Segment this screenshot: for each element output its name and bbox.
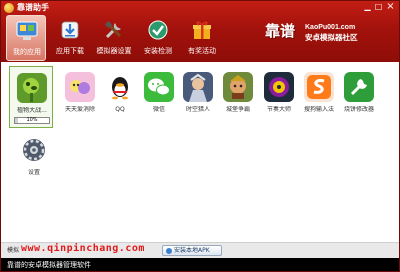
app-label: 时空猎人 — [185, 106, 210, 113]
app-tile-tiantian-xiaochu[interactable]: 天天爱消除 — [58, 66, 102, 128]
progress-text: 10% — [26, 117, 38, 123]
install-icon — [166, 248, 172, 254]
app-logo-icon — [4, 3, 14, 13]
toolbar-left-text: 模拟 — [7, 247, 20, 254]
game-hunter-icon — [183, 72, 213, 102]
my-apps-icon — [16, 21, 38, 40]
install-progress-bar: 10% — [14, 117, 50, 124]
nav-item-download[interactable]: 应用下载 — [50, 15, 90, 61]
rhythm-master-icon — [264, 72, 294, 102]
tools-icon — [104, 20, 122, 39]
app-label: 烧饼修改器 — [343, 106, 374, 113]
app-label: 植物大战... — [17, 107, 47, 114]
sogou-ime-icon — [304, 72, 334, 102]
app-grid: 植物大战... 10% 天天爱消除 QQ 微信 时空猎人 城堡争霸 节奏大师 搜… — [1, 62, 399, 242]
main-window: 靠谱助手 ▁ □ × 我的应用 应用下载 模拟器设置 安装检测 有奖活动 靠谱 … — [0, 0, 400, 272]
app-label: 微信 — [152, 106, 165, 113]
download-icon — [61, 21, 79, 39]
nav-item-emulator-settings[interactable]: 模拟器设置 — [94, 15, 134, 61]
maximize-button[interactable]: □ — [373, 2, 384, 12]
status-bar: 靠谱的安卓模拟器管理软件 — [1, 258, 399, 271]
watermark: www.qinpinchang.com — [21, 243, 145, 254]
app-label: QQ — [115, 106, 125, 113]
app-tile-castle-clash[interactable]: 城堡争霸 — [216, 66, 260, 128]
puzzle-game-icon — [65, 72, 95, 102]
header: 靠谱助手 ▁ □ × 我的应用 应用下载 模拟器设置 安装检测 有奖活动 靠谱 … — [1, 1, 399, 62]
app-label: 城堡争霸 — [225, 106, 250, 113]
brand-site: KaoPu001.com — [305, 24, 356, 31]
app-title: 靠谱助手 — [17, 3, 49, 12]
plants-vs-zombies-icon — [17, 73, 47, 103]
settings-icon — [19, 135, 49, 165]
app-tile-settings[interactable]: 设置 — [12, 129, 56, 191]
nav-label: 我的应用 — [13, 48, 41, 56]
wechat-icon — [144, 72, 174, 102]
app-label: 设置 — [27, 169, 40, 176]
app-label: 节奏大师 — [266, 106, 291, 113]
app-tile-rhythm-master[interactable]: 节奏大师 — [257, 66, 301, 128]
brand-logo: 靠谱 — [265, 22, 296, 40]
modifier-icon — [344, 72, 374, 102]
install-local-apk-button[interactable]: 安装本地APK — [162, 245, 222, 256]
nav-item-install-detect[interactable]: 安装检测 — [138, 15, 178, 61]
app-tile-shaobing-modifier[interactable]: 烧饼修改器 — [337, 66, 381, 128]
brand: 靠谱 KaoPu001.com 安卓模拟器社区 — [265, 23, 395, 55]
install-apk-label: 安装本地APK — [174, 247, 210, 254]
nav-item-rewards[interactable]: 有奖活动 — [182, 15, 222, 61]
app-tile-wechat[interactable]: 微信 — [137, 66, 181, 128]
app-tile-plants-vs-zombies[interactable]: 植物大战... 10% — [9, 66, 53, 128]
castle-icon — [223, 72, 253, 102]
detect-icon — [148, 20, 168, 40]
nav-label: 安装检测 — [144, 47, 172, 55]
app-tile-shikong-lieren[interactable]: 时空猎人 — [176, 66, 220, 128]
close-button[interactable]: × — [385, 2, 396, 12]
nav-label: 模拟器设置 — [96, 47, 132, 55]
status-text: 靠谱的安卓模拟器管理软件 — [7, 261, 91, 269]
title-bar: 靠谱助手 ▁ □ × — [1, 1, 399, 15]
brand-slogan: 安卓模拟器社区 — [305, 33, 358, 42]
nav-item-my-apps[interactable]: 我的应用 — [6, 15, 46, 61]
app-tile-sogou-ime[interactable]: 搜狗输入法 — [297, 66, 341, 128]
app-tile-qq[interactable]: QQ — [98, 66, 142, 128]
app-label: 搜狗输入法 — [303, 106, 334, 113]
minimize-button[interactable]: ▁ — [362, 2, 373, 12]
qq-penguin-icon — [105, 72, 135, 102]
gift-icon — [193, 21, 211, 39]
nav-label: 有奖活动 — [188, 47, 216, 55]
nav-label: 应用下载 — [56, 47, 84, 55]
app-label: 天天爱消除 — [64, 106, 95, 113]
